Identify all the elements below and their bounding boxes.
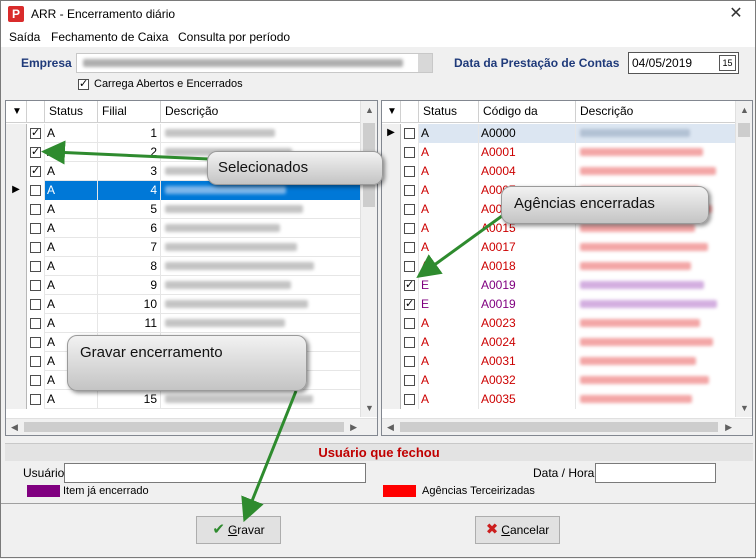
arrow-agencias [416, 206, 514, 279]
main-window: P ARR - Encerramento diário ✕ Saída Fech… [0, 0, 756, 558]
arrow-selecionados [41, 140, 210, 165]
arrow-gravar [241, 390, 298, 523]
callout-selecionados: Selecionados [207, 151, 383, 185]
annotation-arrows [41, 140, 514, 523]
callout-agencias: Agências encerradas [501, 186, 709, 224]
callout-gravar: Gravar encerramento [67, 335, 307, 391]
